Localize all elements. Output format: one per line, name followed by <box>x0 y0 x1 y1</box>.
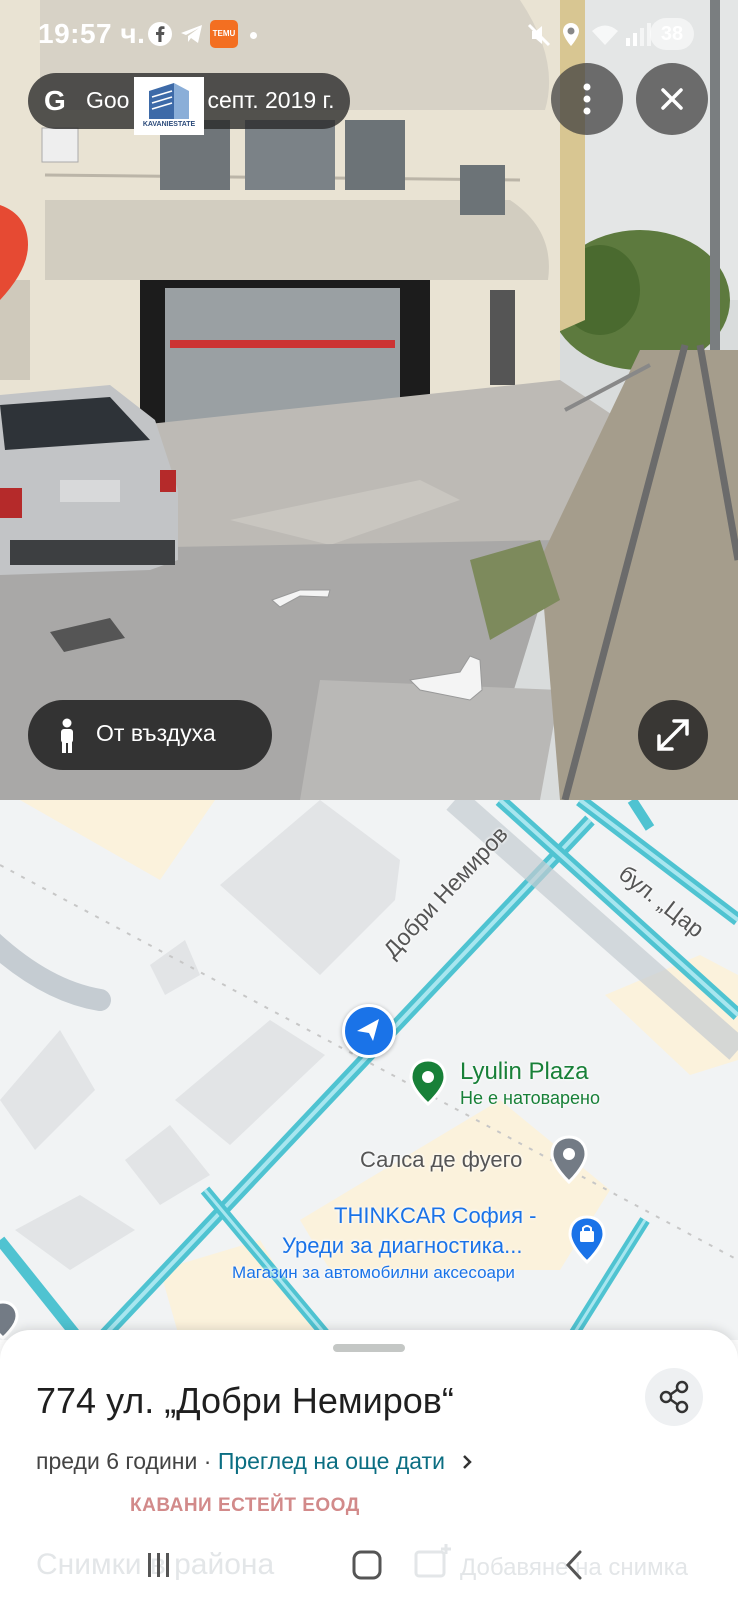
back-icon[interactable] <box>558 1548 592 1582</box>
location-icon <box>563 23 579 46</box>
kavani-estate-logo: KAVANIESTATE <box>134 77 204 135</box>
kavani-logo-text: KAVANIESTATE <box>142 121 196 128</box>
address-title: 774 ул. „Добри Немиров“ <box>36 1380 454 1421</box>
place-name-salsa-de-fuego[interactable]: Салса де фуего <box>360 1147 522 1173</box>
place-name-thinkcar-line2[interactable]: Уреди за диагностика... <box>282 1233 522 1259</box>
close-button[interactable] <box>636 63 708 135</box>
recent-apps-icon[interactable] <box>142 1548 176 1582</box>
capture-date: септ. 2019 г. <box>207 87 335 113</box>
google-g-icon: G <box>44 85 66 116</box>
aerial-view-button[interactable]: От въздуха <box>28 700 272 770</box>
status-bar: 19:57 ч. TEMU 38 <box>0 0 738 70</box>
facebook-icon <box>148 22 172 46</box>
shopping-place-pin-icon <box>409 1058 447 1107</box>
telegram-icon <box>181 25 202 43</box>
place-busyness-lyulin-plaza: Не е натоварено <box>460 1088 600 1108</box>
shopping-bag-pin-icon[interactable] <box>566 1215 608 1265</box>
bottom-sheet[interactable]: 774 ул. „Добри Немиров“ преди 6 години ·… <box>0 1330 738 1599</box>
temu-icon: TEMU <box>210 20 238 48</box>
aerial-view-label: От въздуха <box>96 720 216 746</box>
map-view[interactable]: Добри Немиров бул. „Цар Lyulin Plaza Не … <box>0 800 738 1340</box>
battery-indicator: 38 <box>650 18 694 50</box>
capture-meta: преди 6 години · Преглед на още дати <box>36 1448 477 1475</box>
more-notifications-dot <box>250 32 257 39</box>
meta-separator: · <box>197 1448 218 1474</box>
sheet-drag-handle[interactable] <box>333 1344 405 1352</box>
current-view-marker[interactable] <box>342 1004 396 1058</box>
place-name-lyulin-plaza: Lyulin Plaza <box>460 1058 589 1085</box>
share-icon <box>659 1380 689 1414</box>
add-photo-icon[interactable] <box>412 1542 452 1582</box>
generic-place-pin-icon[interactable] <box>548 1135 590 1185</box>
capture-age: преди 6 години <box>36 1448 198 1474</box>
share-button[interactable] <box>645 1368 703 1426</box>
expand-icon <box>657 719 689 751</box>
place-lyulin-plaza[interactable]: Lyulin Plaza Не е натоварено <box>408 1058 600 1111</box>
wifi-icon <box>592 25 618 45</box>
place-name-thinkcar-line1[interactable]: THINKCAR София - <box>334 1203 536 1229</box>
place-category-thinkcar: Магазин за автомобилни аксесоари <box>232 1263 515 1282</box>
signal-icon <box>626 23 651 46</box>
more-options-button[interactable] <box>551 63 623 135</box>
home-icon[interactable] <box>350 1548 384 1582</box>
pegman-icon <box>61 718 73 753</box>
more-dates-link[interactable]: Преглед на още дати <box>218 1448 445 1474</box>
close-icon <box>661 88 683 110</box>
capture-source: Goo <box>86 87 130 113</box>
mute-icon <box>527 23 551 47</box>
navigation-arrow-icon <box>357 1019 379 1041</box>
fullscreen-button[interactable] <box>638 700 708 770</box>
more-vert-icon <box>583 83 591 115</box>
status-time: 19:57 ч. <box>38 18 146 49</box>
chevron-right-icon[interactable] <box>457 1452 477 1472</box>
company-watermark: КАВАНИ ЕСТЕЙТ ЕООД <box>130 1495 360 1516</box>
